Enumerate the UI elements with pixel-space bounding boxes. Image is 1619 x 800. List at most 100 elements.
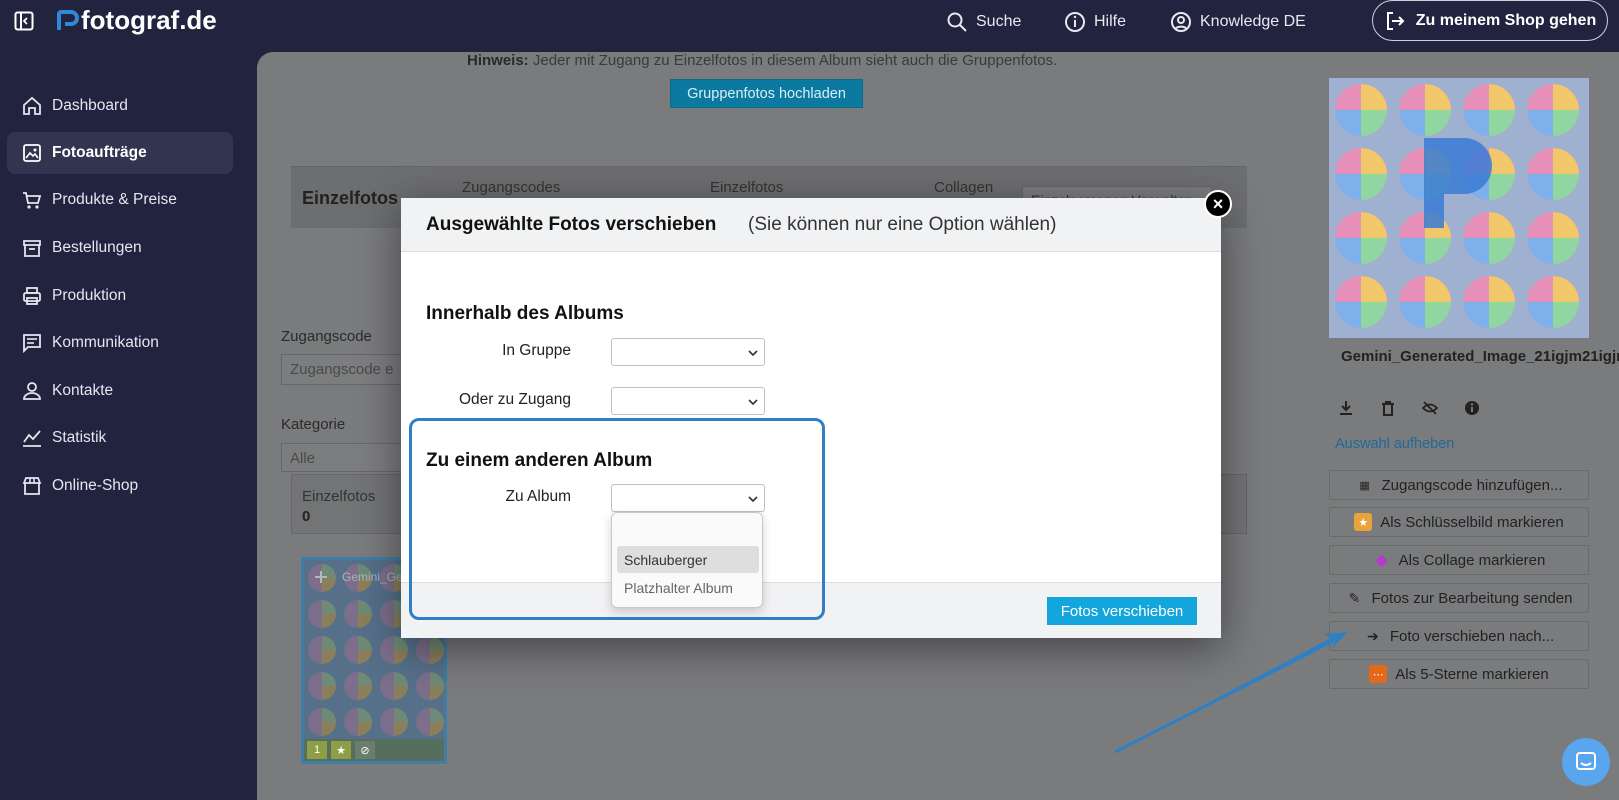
go-to-shop-button[interactable]: Zu meinem Shop gehen bbox=[1372, 0, 1608, 41]
or-access-label: Oder zu Zugang bbox=[458, 391, 571, 408]
knowledge-label: Knowledge DE bbox=[1200, 13, 1306, 30]
sidebar-item-label: Bestellungen bbox=[52, 239, 142, 256]
delete-button[interactable] bbox=[1371, 391, 1405, 425]
info-icon bbox=[1465, 401, 1479, 415]
sidebar-item-kommunikation[interactable]: Kommunikation bbox=[7, 322, 233, 364]
sidebar-item-fotoauftraege[interactable]: Fotoaufträge bbox=[7, 132, 233, 174]
search-link[interactable]: Suche bbox=[946, 11, 1021, 33]
brand-logo[interactable]: fotograf.de bbox=[57, 5, 217, 36]
category-select[interactable]: Alle bbox=[281, 443, 421, 472]
action-label: Als 5-Sterne markieren bbox=[1395, 665, 1549, 683]
download-button[interactable] bbox=[1329, 391, 1363, 425]
upload-group-photos-button[interactable]: Gruppenfotos hochladen bbox=[670, 79, 863, 108]
action-label: Als Schlüsselbild markieren bbox=[1380, 513, 1564, 531]
go-to-shop-label: Zu meinem Shop gehen bbox=[1415, 11, 1597, 29]
preview-image bbox=[1329, 78, 1589, 338]
sidebar-item-online-shop[interactable]: Online-Shop bbox=[7, 465, 233, 507]
access-code-input[interactable]: Zugangscode e bbox=[281, 354, 421, 385]
close-icon: × bbox=[1212, 194, 1224, 214]
stat-access-codes: Zugangscodes bbox=[462, 179, 561, 196]
sidebar-item-label: Kommunikation bbox=[52, 334, 159, 351]
star-badge-icon: ★ bbox=[1354, 513, 1373, 531]
sidebar-item-label: Statistik bbox=[52, 429, 107, 446]
user-icon bbox=[23, 382, 41, 400]
logo-icon bbox=[57, 9, 79, 30]
info-button[interactable] bbox=[1455, 391, 1489, 425]
knowledge-link[interactable]: Knowledge DE bbox=[1170, 11, 1306, 33]
qr-icon: ▦ bbox=[1359, 479, 1370, 492]
sidebar: Dashboard Fotoaufträge Produkte & Preise… bbox=[0, 52, 257, 800]
chevron-down-icon bbox=[748, 350, 758, 357]
move-photo-button[interactable]: ➔ Foto verschieben nach... bbox=[1329, 621, 1589, 651]
hidden-icon[interactable]: ⊘ bbox=[355, 741, 375, 759]
mark-collage-button[interactable]: ◆ Als Collage markieren bbox=[1329, 545, 1589, 575]
photo-tools bbox=[1329, 391, 1489, 425]
trash-icon bbox=[1382, 401, 1394, 416]
file-move-icon: ➔ bbox=[1366, 627, 1379, 644]
or-access-select[interactable] bbox=[611, 387, 765, 415]
photo-detail-panel: Gemini_Generated_Image_21igjm21igjm Ausw… bbox=[1329, 78, 1619, 800]
sidebar-item-dashboard[interactable]: Dashboard bbox=[7, 85, 233, 127]
hide-button[interactable] bbox=[1413, 391, 1447, 425]
five-stars-icon: ⋯ bbox=[1369, 665, 1388, 683]
search-label: Suche bbox=[976, 13, 1022, 30]
close-modal-button[interactable]: × bbox=[1204, 190, 1232, 218]
printer-icon bbox=[23, 287, 41, 305]
count-label: Einzelfotos bbox=[302, 488, 376, 505]
sidebar-item-produktion[interactable]: Produktion bbox=[7, 275, 233, 317]
move-handle-icon[interactable] bbox=[314, 570, 328, 584]
album-option-platzhalter[interactable]: Platzhalter Album bbox=[617, 574, 759, 601]
chart-icon bbox=[23, 430, 41, 447]
info-icon bbox=[1065, 12, 1085, 32]
sidebar-item-statistik[interactable]: Statistik bbox=[7, 417, 233, 459]
thumbnail-caption: Gemini_Ge bbox=[342, 570, 403, 584]
access-badge: 1 bbox=[307, 741, 327, 759]
top-bar: fotograf.de Suche Hilfe Knowledge DE Zu … bbox=[0, 0, 1619, 52]
user-circle-icon bbox=[1171, 12, 1191, 32]
count-value: 0 bbox=[302, 508, 311, 525]
action-label: Als Collage markieren bbox=[1398, 551, 1546, 569]
in-group-select[interactable] bbox=[611, 338, 765, 366]
add-access-code-button[interactable]: ▦ Zugangscode hinzufügen... bbox=[1329, 470, 1589, 500]
sidebar-item-label: Kontakte bbox=[52, 382, 114, 399]
photo-filename: Gemini_Generated_Image_21igjm21igjm bbox=[1341, 348, 1619, 365]
album-dropdown-list: Schlauberger Platzhalter Album bbox=[611, 512, 763, 608]
modal-title: Ausgewählte Fotos verschieben bbox=[426, 214, 717, 235]
send-for-editing-button[interactable]: ✎ Fotos zur Bearbeitung senden bbox=[1329, 583, 1589, 613]
chat-launcher-button[interactable] bbox=[1562, 738, 1610, 786]
deselect-link[interactable]: Auswahl aufheben bbox=[1335, 436, 1454, 452]
action-label: Fotos zur Bearbeitung senden bbox=[1371, 589, 1573, 607]
star-icon[interactable]: ★ bbox=[331, 741, 351, 759]
stat-single-photos: Einzelfotos bbox=[710, 179, 784, 196]
sidebar-item-label: Produktion bbox=[52, 287, 127, 304]
album-option-empty[interactable] bbox=[617, 517, 759, 544]
sidebar-item-kontakte[interactable]: Kontakte bbox=[7, 370, 233, 412]
move-photos-button[interactable]: Fotos verschieben bbox=[1047, 597, 1197, 625]
stat-collages: Collagen bbox=[934, 179, 994, 196]
help-link[interactable]: Hilfe bbox=[1064, 11, 1126, 33]
brand-name: fotograf.de bbox=[81, 5, 217, 35]
sidebar-item-produkte[interactable]: Produkte & Preise bbox=[7, 179, 233, 221]
sidebar-toggle-icon[interactable] bbox=[14, 11, 34, 31]
box-icon bbox=[23, 240, 41, 257]
message-icon bbox=[23, 334, 41, 354]
eye-slash-icon bbox=[1422, 401, 1438, 415]
access-code-label: Zugangscode bbox=[281, 328, 372, 345]
logout-icon bbox=[1386, 11, 1405, 30]
mark-five-stars-button[interactable]: ⋯ Als 5-Sterne markieren bbox=[1329, 659, 1589, 689]
mark-key-image-button[interactable]: ★ Als Schlüsselbild markieren bbox=[1329, 507, 1589, 537]
photo-preview bbox=[1329, 78, 1589, 338]
image-icon bbox=[23, 144, 41, 162]
home-icon bbox=[23, 96, 41, 115]
sidebar-item-label: Fotoaufträge bbox=[52, 144, 147, 161]
sidebar-item-label: Online-Shop bbox=[52, 477, 139, 494]
single-photos-title: Einzelfotos bbox=[302, 188, 399, 208]
sidebar-item-label: Dashboard bbox=[52, 97, 128, 114]
sidebar-item-label: Produkte & Preise bbox=[52, 191, 177, 208]
download-icon bbox=[1340, 401, 1352, 415]
thumbnail-footer: 1 ★ ⊘ bbox=[304, 739, 444, 761]
sidebar-item-bestellungen[interactable]: Bestellungen bbox=[7, 227, 233, 269]
album-option-schlauberger[interactable]: Schlauberger bbox=[617, 546, 759, 573]
action-label: Foto verschieben nach... bbox=[1389, 627, 1555, 645]
group-photo-hint: Hinweis: Jeder mit Zugang zu Einzelfotos… bbox=[467, 52, 1058, 69]
